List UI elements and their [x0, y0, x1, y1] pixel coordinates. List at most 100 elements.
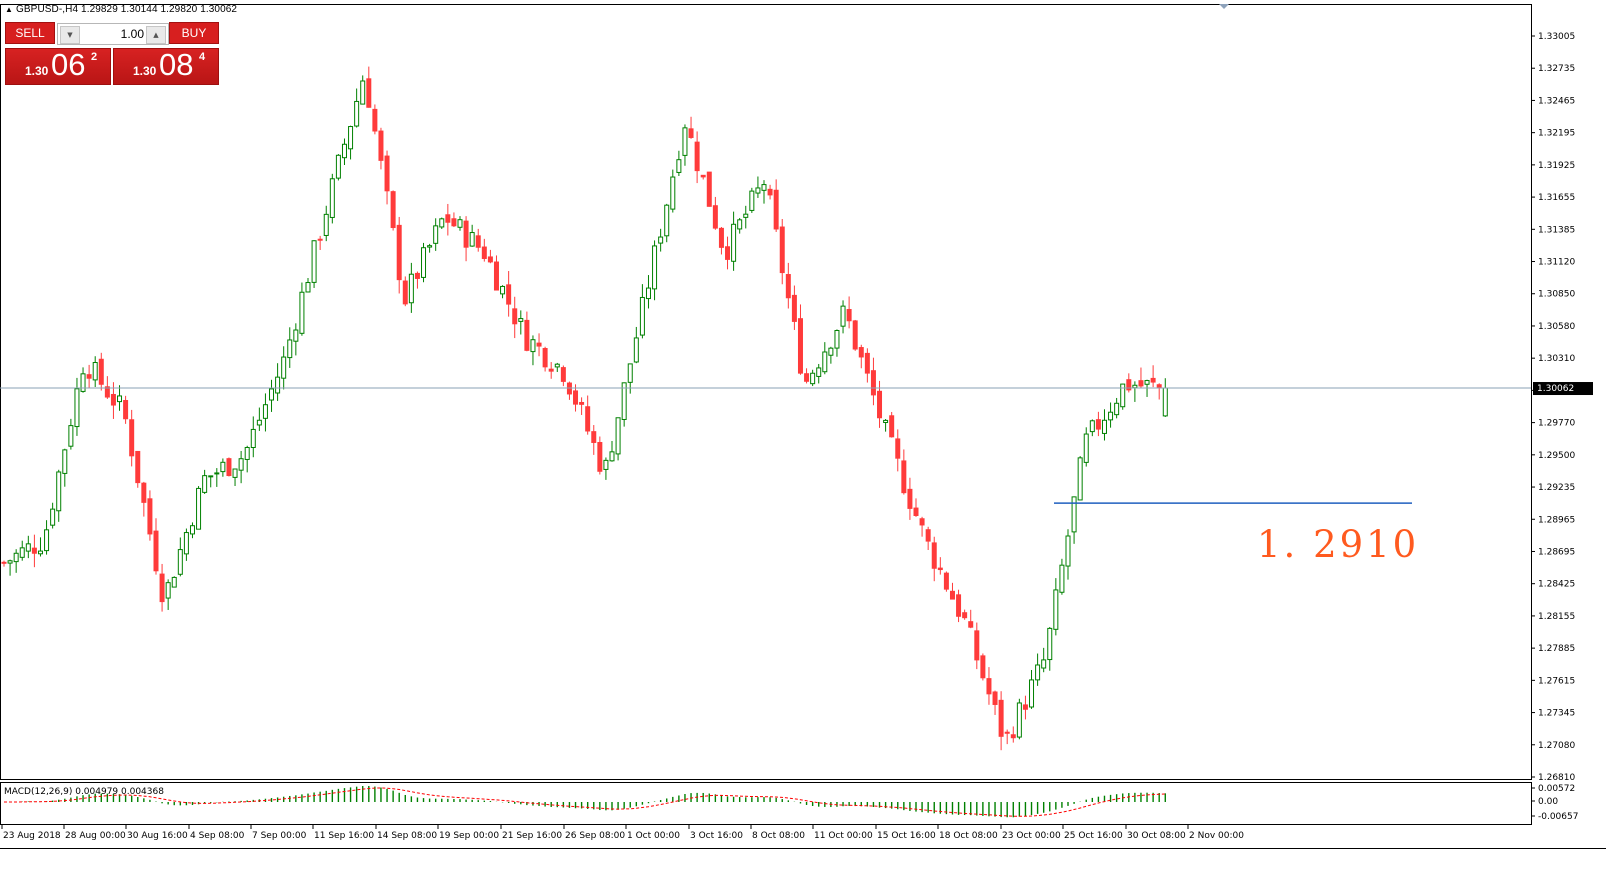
- candle: [943, 571, 949, 592]
- buy-button[interactable]: BUY: [169, 22, 219, 44]
- shift-marker-icon[interactable]: [1219, 4, 1229, 9]
- time-axis-label: 21 Sep 16:00: [502, 831, 562, 841]
- main-plot-frame: [0, 4, 1532, 780]
- candle: [658, 228, 664, 252]
- candle: [524, 311, 530, 352]
- candle: [579, 397, 585, 415]
- candle: [870, 357, 876, 406]
- candle: [585, 395, 591, 435]
- candle: [159, 563, 165, 612]
- candle: [408, 262, 414, 313]
- macd-axis-label: -0.00657: [1538, 812, 1578, 822]
- candle: [749, 187, 755, 213]
- candle: [737, 217, 743, 234]
- candle: [1083, 427, 1089, 467]
- candle: [354, 88, 360, 128]
- candle: [785, 262, 791, 309]
- candle: [98, 352, 104, 391]
- candle: [92, 356, 98, 388]
- candle: [427, 243, 433, 253]
- candle: [810, 369, 816, 387]
- candle: [743, 205, 749, 229]
- candle: [256, 407, 262, 431]
- candle: [147, 490, 153, 541]
- current-price-tag: 1.30062: [1533, 382, 1593, 396]
- buy-price-pips: 08: [159, 47, 194, 82]
- candle: [889, 411, 895, 438]
- candle: [1047, 626, 1053, 671]
- candle: [214, 468, 220, 487]
- candle: [834, 329, 840, 357]
- price-chart[interactable]: 1.33005 1.32735 1.32465 1.32195 1.31925 1.316…: [0, 0, 1606, 871]
- candle: [542, 346, 548, 372]
- candle: [463, 216, 469, 262]
- candle: [645, 275, 651, 309]
- candle: [925, 526, 931, 550]
- candle: [506, 271, 512, 317]
- candle: [433, 218, 439, 251]
- macd-axis: 0.00572 0.00 -0.00657: [1531, 784, 1578, 822]
- price-axis-label: 1.27080: [1538, 741, 1575, 751]
- candle: [554, 362, 560, 372]
- candle: [262, 393, 268, 432]
- chart-window[interactable]: 1.33005 1.32735 1.32465 1.32195 1.31925 1.316…: [0, 0, 1606, 871]
- candle: [129, 409, 135, 467]
- candle: [937, 557, 943, 575]
- candle: [1126, 373, 1132, 393]
- candle: [196, 486, 202, 530]
- price-level-annotation: 1. 2910: [1257, 523, 1419, 566]
- macd-indicator: [4, 786, 1166, 818]
- collapse-triangle-icon[interactable]: ▲: [5, 5, 13, 14]
- candle: [791, 285, 797, 330]
- candle: [518, 310, 524, 335]
- candle: [25, 535, 31, 559]
- candle: [1132, 381, 1138, 402]
- sell-price-fraction: 2: [91, 51, 98, 63]
- macd-signal-line: [4, 787, 1166, 817]
- candle: [609, 440, 615, 462]
- candle: [560, 365, 566, 387]
- candle: [858, 344, 864, 369]
- candle: [949, 582, 955, 600]
- candle: [597, 436, 603, 475]
- candle: [852, 319, 858, 351]
- candle: [767, 184, 773, 200]
- candle: [1150, 365, 1156, 388]
- price-axis-label: 1.27885: [1538, 644, 1575, 654]
- candle: [530, 335, 536, 366]
- candle: [846, 296, 852, 329]
- time-axis-label: 23 Aug 2018: [3, 831, 61, 841]
- price-axis-label: 1.30310: [1538, 354, 1575, 364]
- candle: [384, 150, 390, 205]
- candle: [682, 124, 688, 166]
- price-axis-label: 1.28695: [1538, 547, 1575, 557]
- candle: [913, 498, 919, 517]
- candle: [998, 691, 1004, 751]
- time-axis-label: 11 Oct 00:00: [814, 831, 873, 841]
- price-axis-label: 1.30850: [1538, 290, 1575, 300]
- price-axis-label: 1.31385: [1538, 225, 1575, 235]
- time-axis-label: 25 Oct 16:00: [1064, 831, 1123, 841]
- candle: [165, 579, 171, 610]
- candle: [487, 249, 493, 264]
- candle: [1010, 726, 1016, 743]
- candle: [822, 342, 828, 375]
- lot-increase-icon[interactable]: ▲: [146, 26, 166, 44]
- candle: [68, 418, 74, 450]
- price-axis-label: 1.32735: [1538, 64, 1575, 74]
- sell-price-button[interactable]: 1.30 06 2: [5, 47, 111, 85]
- sell-button[interactable]: SELL: [5, 22, 55, 44]
- lot-size-input[interactable]: [82, 26, 144, 42]
- candle: [962, 609, 968, 620]
- time-axis-label: 19 Sep 00:00: [439, 831, 499, 841]
- buy-price-button[interactable]: 1.30 08 4: [113, 47, 219, 85]
- candle: [603, 457, 609, 480]
- candle: [986, 667, 992, 705]
- candle: [31, 534, 37, 568]
- lot-decrease-icon[interactable]: ▼: [60, 26, 80, 44]
- time-axis-label: 14 Sep 08:00: [377, 831, 437, 841]
- candle: [676, 150, 682, 177]
- candle: [451, 212, 457, 228]
- time-axis-label: 30 Aug 16:00: [127, 831, 188, 841]
- candle: [1095, 411, 1101, 437]
